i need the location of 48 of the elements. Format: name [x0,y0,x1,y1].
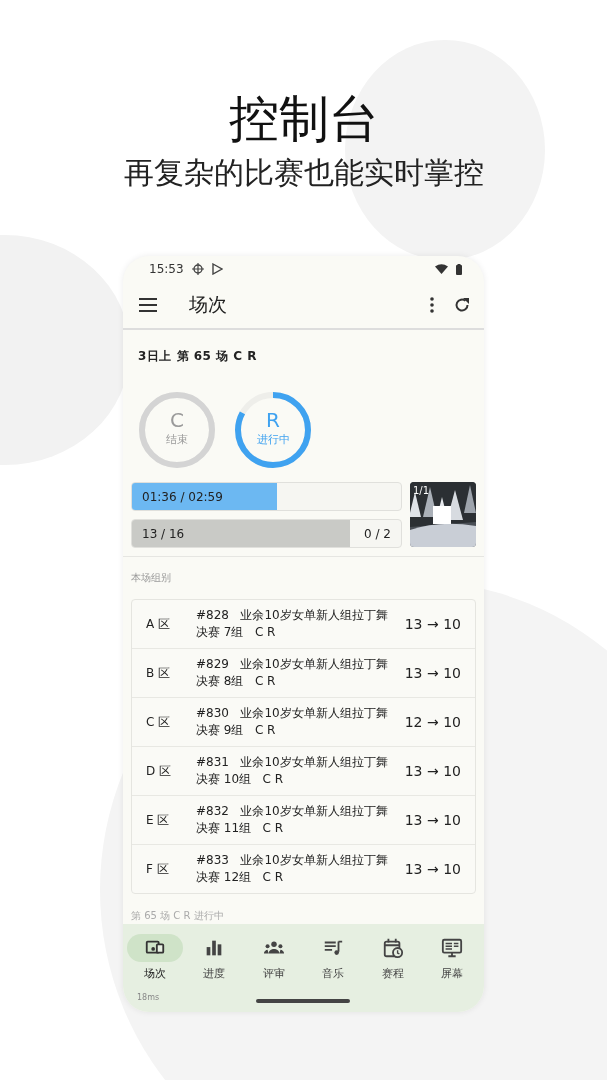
count-change: 13 → 10 [403,861,462,877]
nav-tab[interactable]: 音乐 [303,934,363,981]
count-extra-label: 0 / 2 [364,526,392,541]
screen-icon [441,937,464,959]
round-status: 结束 [166,432,188,448]
group-description: #831 业余10岁女单新人组拉丁舞决赛 10组 C R [196,754,389,788]
image-counter: 1/1 [413,485,430,496]
count-change: 13 → 10 [403,665,462,681]
zone-label: E 区 [145,811,171,829]
menu-icon[interactable] [139,298,157,312]
nav-tab[interactable]: 进度 [184,934,244,981]
round-letter: R [266,408,280,432]
nav-tab[interactable]: 赛程 [363,934,423,981]
round-letter: C [170,408,184,432]
section-heading: 本场组别 [131,571,172,585]
count-progress-label: 13 / 16 [141,526,186,541]
calendar-icon [381,937,404,959]
app-bar-title: 场次 [189,292,228,317]
status-text: 第 65 场 C R 进行中 [131,909,225,923]
count-change: 13 → 10 [403,763,462,779]
group-description: #832 业余10岁女单新人组拉丁舞决赛 11组 C R [196,803,389,837]
count-change: 13 → 10 [403,616,462,632]
wifi-icon [435,264,448,274]
zone-label: F 区 [145,860,170,878]
zone-label: D 区 [145,762,173,780]
headline: 控制台 [228,89,379,150]
crosshair-icon [191,263,204,275]
zone-label: C 区 [145,713,172,731]
group-description: #833 业余10岁女单新人组拉丁舞决赛 12组 C R [196,852,389,886]
session-title: 3日上 第 65 场 C R [137,348,258,365]
more-options-icon[interactable] [430,297,434,313]
latency-text: 18ms [137,993,160,1002]
nav-tab[interactable]: 评审 [244,934,304,981]
round-status: 进行中 [256,432,290,448]
group-description: #830 业余10岁女单新人组拉丁舞决赛 9组 C R [196,705,389,739]
time-progress-label: 01:36 / 02:59 [141,489,224,504]
play-store-icon [211,263,223,275]
count-change: 13 → 10 [403,812,462,828]
zone-label: A 区 [145,615,172,633]
zone-label: B 区 [145,664,172,682]
group-description: #829 业余10岁女单新人组拉丁舞决赛 8组 C R [196,656,389,690]
status-time: 15:53 [149,262,184,276]
subtitle: 再复杂的比赛也能实时掌控 [123,154,484,192]
refresh-icon[interactable] [454,297,470,313]
group-description: #828 业余10岁女单新人组拉丁舞决赛 7组 C R [196,607,389,641]
battery-icon [456,263,462,275]
count-change: 12 → 10 [403,714,462,730]
nav-tab[interactable]: 屏幕 [422,934,482,981]
